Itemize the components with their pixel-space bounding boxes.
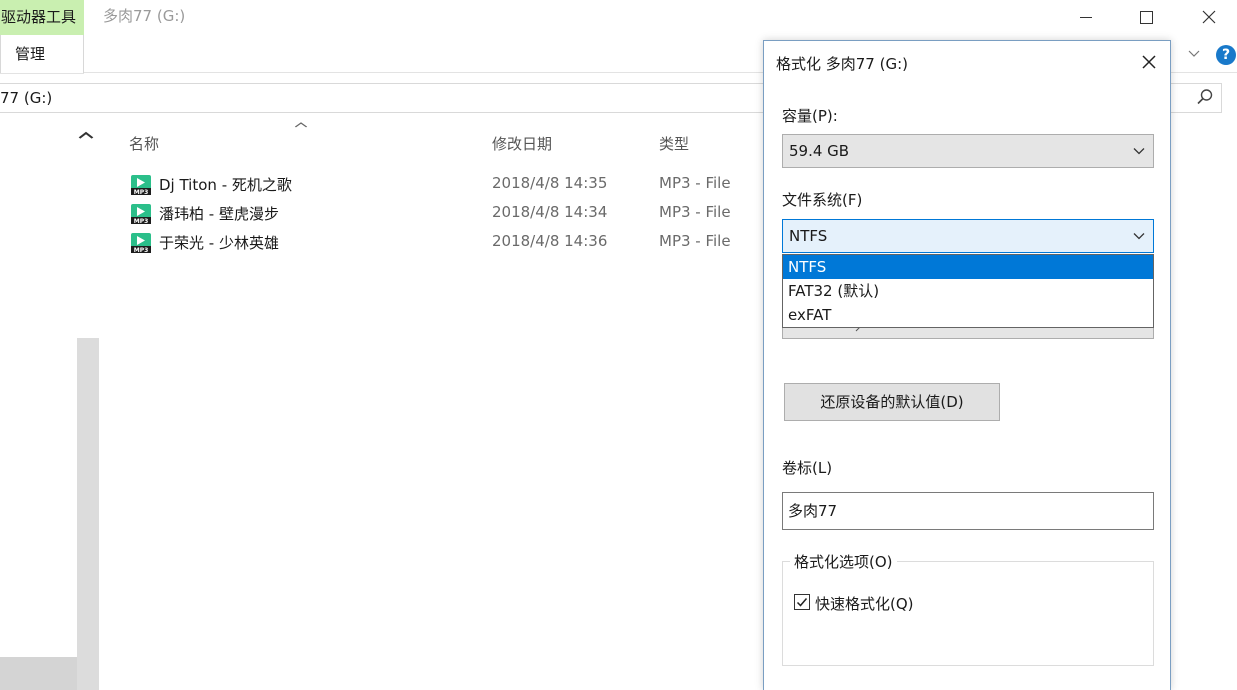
capacity-select[interactable]: 59.4 GB [782,134,1154,168]
capacity-value: 59.4 GB [789,142,850,160]
dialog-close-button[interactable] [1134,48,1164,76]
column-header-type[interactable]: 类型 [659,133,689,154]
file-date: 2018/4/8 14:36 [492,232,608,250]
nav-pane-selection [0,657,77,690]
window-title: 多肉77 (G:) [103,7,186,25]
address-text: 77 (G:) [0,89,53,107]
restore-defaults-button[interactable]: 还原设备的默认值(D) [784,383,1000,421]
ribbon-divider [0,73,84,74]
mp3-file-icon: MP3 [131,204,151,225]
address-bar[interactable]: 77 (G:) [0,83,764,113]
volume-label-label: 卷标(L) [782,459,833,477]
sort-ascending-icon [294,118,308,131]
ribbon-tab-drive-tools[interactable]: 驱动器工具 [0,0,84,35]
ribbon-tab-manage[interactable]: 管理 [0,35,84,73]
file-name: Dj Titon - 死机之歌 [159,176,292,194]
file-name: 潘玮柏 - 壁虎漫步 [159,205,279,223]
quick-format-checkbox[interactable] [794,594,810,610]
close-icon [1142,55,1156,69]
capacity-label: 容量(P): [782,107,838,125]
volume-label-input[interactable]: 多肉77 [782,492,1154,530]
filesystem-value: NTFS [789,227,828,245]
search-icon[interactable] [1196,88,1214,106]
ribbon-expand-chevron-icon[interactable] [1188,47,1200,61]
svg-text:MP3: MP3 [134,247,149,254]
checkmark-icon [796,598,808,607]
quick-format-label: 快速格式化(Q) [815,595,914,613]
minimize-icon [1080,16,1092,18]
svg-text:MP3: MP3 [134,218,149,225]
filesystem-select[interactable]: NTFS [782,219,1154,253]
dialog-title: 格式化 多肉77 (G:) [776,55,909,73]
file-date: 2018/4/8 14:35 [492,174,608,192]
filesystem-option-ntfs[interactable]: NTFS [783,255,1153,279]
format-options-title: 格式化选项(O) [790,551,897,572]
filesystem-option-fat32[interactable]: FAT32 (默认) [783,279,1153,303]
mp3-file-icon: MP3 [131,233,151,254]
file-row[interactable]: MP3 于荣光 - 少林英雄 2018/4/8 14:36 MP3 - File [128,229,768,255]
filesystem-dropdown-list: NTFS FAT32 (默认) exFAT [782,254,1154,328]
nav-pane-scrollbar[interactable] [77,338,99,690]
minimize-button[interactable] [1063,0,1109,34]
column-header-date[interactable]: 修改日期 [492,133,552,154]
help-icon[interactable]: ? [1216,45,1236,65]
file-type: MP3 - File [659,174,731,192]
column-header-name[interactable]: 名称 [129,133,159,154]
maximize-icon [1139,10,1153,24]
chevron-down-icon [1133,233,1145,240]
file-name: 于荣光 - 少林英雄 [159,234,279,252]
filesystem-label: 文件系统(F) [782,191,863,209]
close-icon [1202,10,1216,24]
svg-text:MP3: MP3 [134,189,149,196]
file-row[interactable]: MP3 潘玮柏 - 壁虎漫步 2018/4/8 14:34 MP3 - File [128,200,768,226]
mp3-file-icon: MP3 [131,175,151,196]
chevron-down-icon [1133,148,1145,155]
close-window-button[interactable] [1186,0,1232,34]
nav-collapse-chevron-icon[interactable] [78,128,94,142]
file-row[interactable]: MP3 Dj Titon - 死机之歌 2018/4/8 14:35 MP3 -… [128,171,768,197]
filesystem-option-exfat[interactable]: exFAT [783,303,1153,327]
format-dialog: 格式化 多肉77 (G:) 容量(P): 59.4 GB 文件系统(F) NTF… [763,40,1171,690]
file-type: MP3 - File [659,232,731,250]
file-type: MP3 - File [659,203,731,221]
file-date: 2018/4/8 14:34 [492,203,608,221]
maximize-button[interactable] [1123,0,1169,34]
